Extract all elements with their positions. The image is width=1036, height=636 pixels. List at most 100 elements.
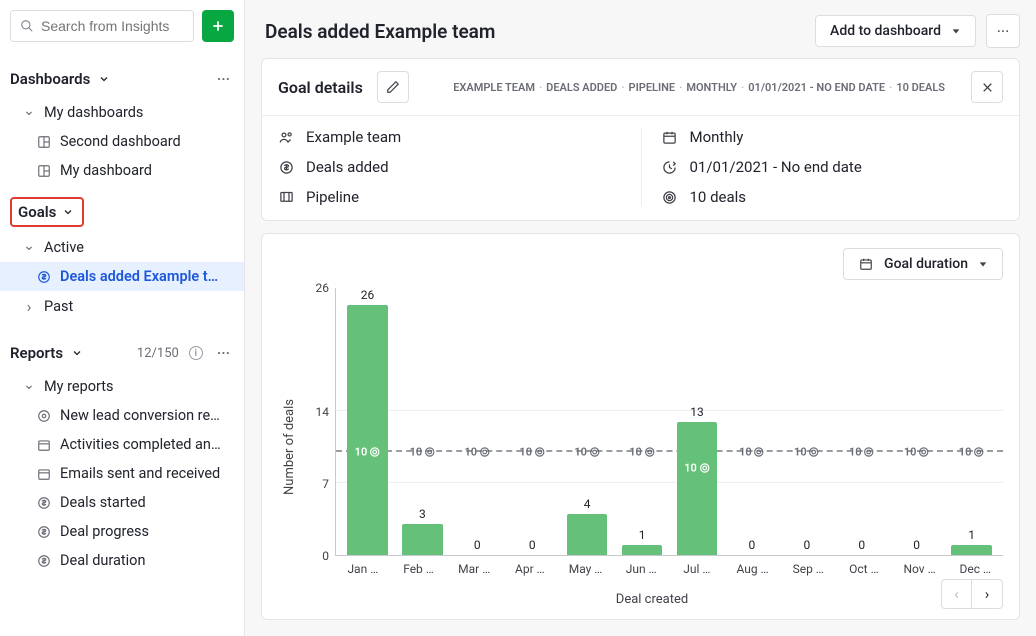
more-button[interactable]: ··· — [986, 14, 1020, 48]
bar[interactable] — [622, 545, 663, 555]
report-icon — [36, 524, 52, 540]
dashboard-icon — [36, 134, 52, 150]
detail-row: Pipeline — [278, 188, 641, 206]
detail-row: Deals added — [278, 158, 641, 176]
chevron-right-icon — [22, 297, 36, 316]
close-button[interactable] — [971, 71, 1003, 103]
dashboards-header[interactable]: Dashboards ··· — [0, 60, 244, 98]
topbar: Deals added Example team Add to dashboar… — [245, 0, 1036, 58]
chart-ylabel: Number of deals — [278, 288, 301, 607]
xtick: Apr … — [502, 556, 558, 576]
search-input[interactable] — [41, 18, 185, 34]
detail-value: Example team — [306, 128, 401, 146]
sidebar-item-report[interactable]: Deal duration — [0, 546, 244, 575]
chart-pager: ‹ › — [941, 579, 1003, 609]
goal-duration-button[interactable]: Goal duration — [843, 248, 1003, 280]
chevron-down-icon — [22, 378, 36, 395]
goals-active-group[interactable]: Active — [0, 233, 244, 262]
bar-column: 010 — [889, 288, 944, 555]
bar-column: 010 — [450, 288, 505, 555]
sidebar-item-label: Deals added Example t… — [60, 268, 218, 285]
detail-value: Deals added — [306, 158, 389, 176]
bar-column: 2610 — [340, 288, 395, 555]
pager-next[interactable]: › — [972, 580, 1002, 608]
ytick: 7 — [322, 477, 329, 491]
goal-details-heading: Goal details — [278, 78, 363, 97]
goals-header[interactable]: Goals — [10, 197, 84, 227]
report-icon — [36, 466, 52, 482]
goal-badge: 10 — [355, 446, 381, 459]
sidebar-item-label: Deals started — [60, 494, 146, 511]
sidebar-item-label: Activities completed an… — [60, 436, 221, 453]
detail-icon — [662, 159, 678, 175]
edit-button[interactable] — [377, 71, 409, 103]
xtick: May … — [558, 556, 614, 576]
sidebar-item-report[interactable]: Deals started — [0, 488, 244, 517]
search-icon — [19, 18, 35, 34]
bar[interactable] — [567, 514, 608, 555]
goal-badge: 10 — [959, 446, 985, 459]
goal-badge: 10 — [574, 446, 600, 459]
reports-count: 12/150 — [137, 346, 179, 361]
reports-more-button[interactable]: ··· — [213, 340, 234, 366]
detail-value: 10 deals — [690, 188, 747, 206]
detail-value: Pipeline — [306, 188, 359, 206]
bar-column: 010 — [834, 288, 889, 555]
bar-value-label: 1 — [639, 528, 646, 542]
my-dashboards-group[interactable]: My dashboards — [0, 98, 244, 127]
bar-column: 1310 — [670, 288, 725, 555]
breadcrumb-item: DEALS ADDED — [546, 81, 617, 94]
xtick: Jul … — [669, 556, 725, 576]
sidebar-item-label: New lead conversion re… — [60, 407, 220, 424]
goal-badge: 10 — [904, 446, 930, 459]
xtick: Jan … — [335, 556, 391, 576]
goals-past-group[interactable]: Past — [0, 291, 244, 322]
info-icon[interactable]: i — [189, 346, 203, 360]
breadcrumb: EXAMPLE TEAM·DEALS ADDED·PIPELINE·MONTHL… — [453, 81, 945, 94]
bar-value-label: 4 — [584, 497, 591, 511]
sidebar-item-goal-active[interactable]: Deals added Example t… — [0, 262, 244, 291]
bar-value-label: 0 — [474, 538, 481, 552]
sidebar-item-report[interactable]: Emails sent and received — [0, 459, 244, 488]
bar[interactable] — [402, 524, 443, 555]
bar-value-label: 0 — [858, 538, 865, 552]
chevron-down-icon — [96, 71, 112, 87]
detail-icon — [278, 159, 294, 175]
goal-badge: 10 — [519, 446, 545, 459]
sidebar-item-report[interactable]: New lead conversion re… — [0, 401, 244, 430]
bar[interactable] — [677, 422, 718, 556]
sidebar-item-dashboard[interactable]: Second dashboard — [0, 127, 244, 156]
goal-badge: 10 — [684, 462, 710, 475]
chevron-down-icon — [22, 239, 36, 256]
calendar-icon — [858, 256, 874, 272]
add-button[interactable] — [202, 10, 234, 42]
dashboards-more-button[interactable]: ··· — [213, 66, 234, 92]
xtick: Nov … — [892, 556, 948, 576]
bar-value-label: 0 — [529, 538, 536, 552]
sidebar-item-label: My dashboard — [60, 162, 152, 179]
bar-column: 0 10 — [505, 288, 560, 555]
add-to-dashboard-button[interactable]: Add to dashboard — [815, 15, 976, 47]
bar[interactable] — [951, 545, 992, 555]
breadcrumb-item: 01/01/2021 - NO END DATE — [748, 81, 885, 94]
search-input-wrap[interactable] — [10, 10, 194, 42]
detail-value: Monthly — [690, 128, 744, 146]
detail-row: Monthly — [662, 128, 1004, 146]
sidebar-item-report[interactable]: Activities completed an… — [0, 430, 244, 459]
sidebar: Dashboards ··· My dashboards Second dash… — [0, 0, 245, 636]
goals-title: Goals — [18, 203, 56, 221]
sidebar-item-dashboard[interactable]: My dashboard — [0, 156, 244, 185]
dashboard-icon — [36, 163, 52, 179]
sidebar-item-label: Second dashboard — [60, 133, 181, 150]
my-reports-group[interactable]: My reports — [0, 372, 244, 401]
pager-prev[interactable]: ‹ — [942, 580, 972, 608]
sidebar-item-report[interactable]: Deal progress — [0, 517, 244, 546]
bar[interactable] — [347, 305, 388, 555]
report-icon — [36, 437, 52, 453]
main: Deals added Example team Add to dashboar… — [245, 0, 1036, 636]
sidebar-item-label: Deal duration — [60, 552, 145, 569]
goal-badge: 10 — [629, 446, 655, 459]
reports-header[interactable]: Reports 12/150 i ··· — [0, 322, 244, 372]
ytick: 14 — [316, 405, 330, 419]
ytick: 0 — [322, 549, 329, 563]
